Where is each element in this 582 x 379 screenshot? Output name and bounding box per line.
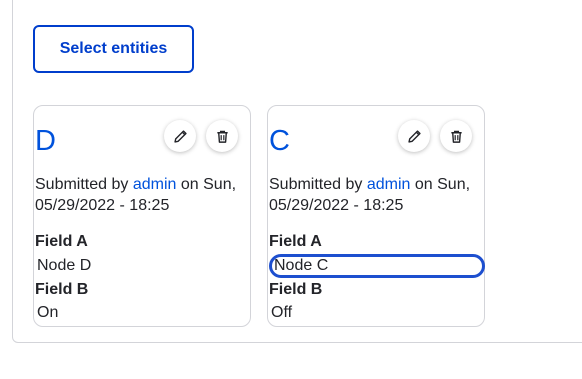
- trash-icon: [450, 130, 462, 143]
- field-a-label: Field A: [269, 233, 322, 250]
- field-a-value-focused[interactable]: Node C: [269, 254, 485, 278]
- submitted-prefix: Submitted by: [35, 176, 129, 193]
- field-b-value: Off: [271, 304, 293, 321]
- field-a-value: Node D: [37, 257, 92, 274]
- card-title-link[interactable]: C: [269, 124, 290, 158]
- field-b-label: Field B: [269, 281, 323, 298]
- submitted-prefix: Submitted by: [269, 176, 363, 193]
- entity-card-c: C Submitted by admin on Sun, 05/29/2022 …: [267, 105, 485, 327]
- field-a-label: Field A: [35, 233, 88, 250]
- author-link[interactable]: admin: [133, 176, 177, 193]
- entity-card-d: D Submitted by admin on Sun, 05/29/2022 …: [33, 105, 251, 327]
- trash-icon: [216, 130, 228, 143]
- edit-button[interactable]: [398, 120, 430, 152]
- field-b-label: Field B: [35, 281, 89, 298]
- edit-button[interactable]: [164, 120, 196, 152]
- select-entities-button[interactable]: Select entities: [33, 25, 194, 73]
- card-title-link[interactable]: D: [35, 124, 56, 158]
- delete-button[interactable]: [206, 120, 238, 152]
- submitted-info: Submitted by admin on Sun, 05/29/2022 - …: [269, 174, 485, 216]
- pencil-icon: [407, 129, 421, 143]
- pencil-icon: [173, 129, 187, 143]
- delete-button[interactable]: [440, 120, 472, 152]
- author-link[interactable]: admin: [367, 176, 411, 193]
- submitted-info: Submitted by admin on Sun, 05/29/2022 - …: [35, 174, 251, 216]
- field-b-value: On: [37, 304, 59, 321]
